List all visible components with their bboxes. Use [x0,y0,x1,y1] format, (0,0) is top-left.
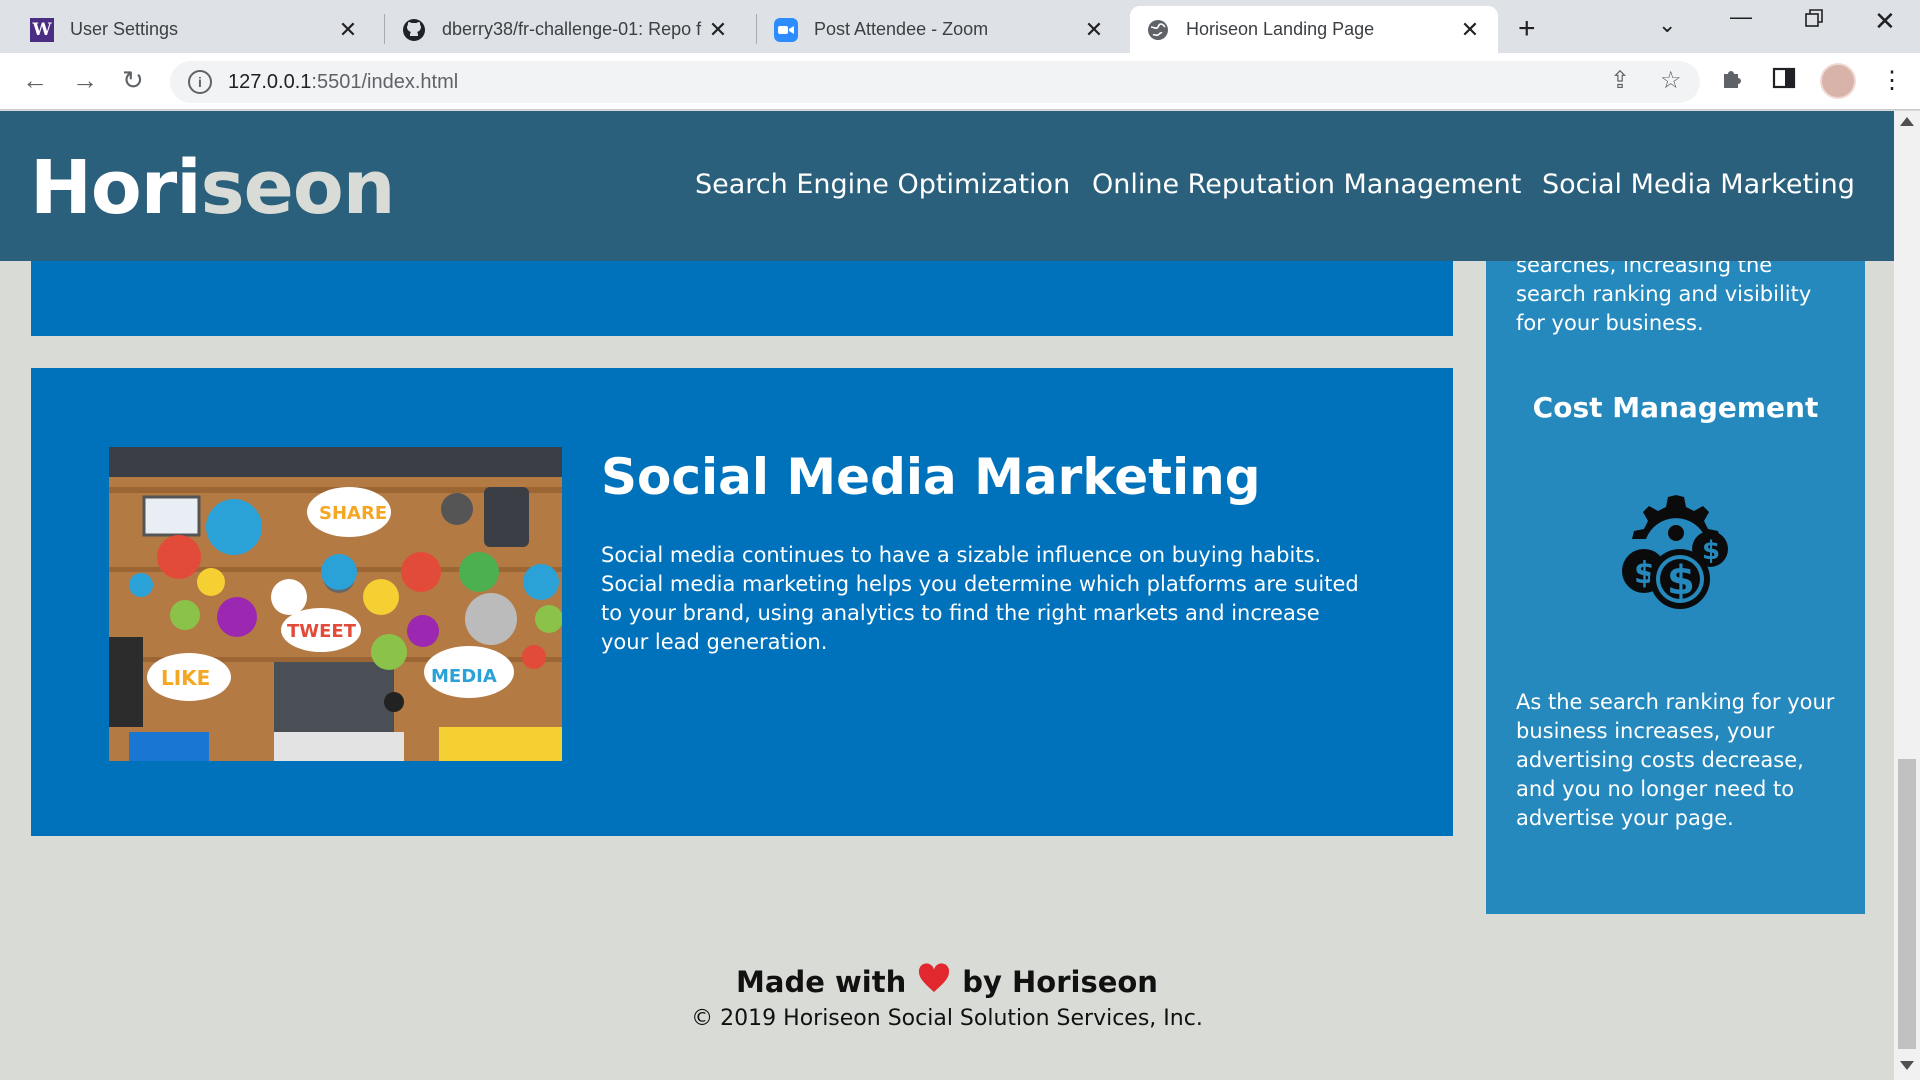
scroll-up-arrow-icon[interactable] [1900,117,1914,126]
tab-title: Horiseon Landing Page [1186,19,1375,39]
globe-icon [1146,18,1170,42]
side-panel-icon[interactable] [1772,66,1796,97]
site-info-icon[interactable]: i [188,70,212,94]
window-close-icon[interactable]: ✕ [1874,6,1896,37]
made-with-line: Made with by Horiseon [0,963,1894,1000]
browser-toolbar: ← → ↻ i 127.0.0.1:5501/index.html ⇪ ☆ ⋮ [0,53,1920,110]
forward-arrow-icon[interactable]: → [72,65,98,96]
close-icon[interactable]: ✕ [1082,17,1106,43]
scrollbar-thumb[interactable] [1898,759,1916,1049]
minimize-icon[interactable]: — [1730,4,1752,30]
back-arrow-icon[interactable]: ← [22,65,48,96]
share-word: SHARE [319,503,387,524]
bookmark-star-icon[interactable]: ☆ [1660,66,1682,95]
tab-search-chevron-icon[interactable]: ⌄ [1658,12,1676,38]
close-icon[interactable]: ✕ [1458,17,1482,43]
tweet-word: TWEET [287,621,357,642]
by-horiseon-text: by Horiseon [962,964,1158,999]
media-word: MEDIA [431,666,497,687]
page-viewport: Horiseon Search Engine Optimization Onli… [0,111,1894,1080]
svg-text:$: $ [1667,558,1695,604]
new-tab-plus-icon[interactable]: + [1518,12,1536,46]
close-icon[interactable]: ✕ [706,17,730,43]
logo-main: Hori [30,145,202,231]
made-with-text: Made with [736,964,907,999]
cost-management-icon: $ $ $ [1616,493,1736,613]
social-media-section: SHARE TWEET LIKE MEDIA Social Media Mark… [31,368,1453,836]
tab-strip: W User Settings ✕ dberry38/fr-challenge-… [0,0,1920,53]
tab-github-repo[interactable]: dberry38/fr-challenge-01: Repo f ✕ [386,6,746,53]
extensions-puzzle-icon[interactable] [1720,66,1744,97]
tab-user-settings[interactable]: W User Settings ✕ [14,6,376,53]
cost-management-title: Cost Management [1532,391,1819,424]
nav-link-smm[interactable]: Social Media Marketing [1542,169,1855,200]
social-media-text: Social media continues to have a sizable… [601,543,1359,654]
svg-text:$: $ [1702,536,1720,566]
url-path: :5501/index.html [311,70,459,93]
tab-title: dberry38/fr-challenge-01: Repo f [442,19,702,39]
social-media-image: SHARE TWEET LIKE MEDIA [109,447,562,761]
benefit-text-partial: searches, increasing the search ranking … [1516,253,1812,335]
url-text[interactable]: 127.0.0.1:5501/index.html [228,71,458,94]
cost-management-text: As the search ranking for your business … [1516,690,1835,830]
social-media-title: Social Media Marketing [601,448,1261,506]
nav-link-seo[interactable]: Search Engine Optimization [695,169,1070,200]
site-footer: Made with by Horiseon © 2019 Horiseon So… [0,963,1894,1031]
site-header: Horiseon Search Engine Optimization Onli… [0,111,1894,261]
tab-title: User Settings [70,19,179,39]
logo-accent: seon [200,145,396,231]
tab-title: Post Attendee - Zoom [814,19,989,39]
profile-avatar[interactable] [1820,63,1856,99]
copyright-text: © 2019 Horiseon Social Solution Services… [691,1006,1203,1031]
tab-divider [384,14,385,44]
heart-icon [918,963,950,1000]
zoom-camera-icon [774,17,798,42]
share-icon[interactable]: ⇪ [1610,66,1630,95]
reload-icon[interactable]: ↻ [122,65,144,96]
address-bar[interactable]: i 127.0.0.1:5501/index.html [170,61,1700,103]
url-host: 127.0.0.1 [228,70,312,93]
uw-w-icon: W [30,17,54,42]
tab-horiseon[interactable]: Horiseon Landing Page ✕ [1130,6,1498,53]
menu-kebab-icon[interactable]: ⋮ [1880,66,1904,95]
site-logo: Horiseon [30,145,396,231]
like-word: LIKE [161,666,210,690]
scroll-down-arrow-icon[interactable] [1900,1061,1914,1070]
page-scrollbar[interactable] [1894,111,1920,1080]
github-icon [402,18,426,42]
restore-icon[interactable] [1804,8,1824,28]
tab-divider [756,14,757,44]
nav-link-orm[interactable]: Online Reputation Management [1092,169,1521,200]
close-icon[interactable]: ✕ [336,17,360,43]
tab-zoom[interactable]: Post Attendee - Zoom ✕ [758,6,1122,53]
